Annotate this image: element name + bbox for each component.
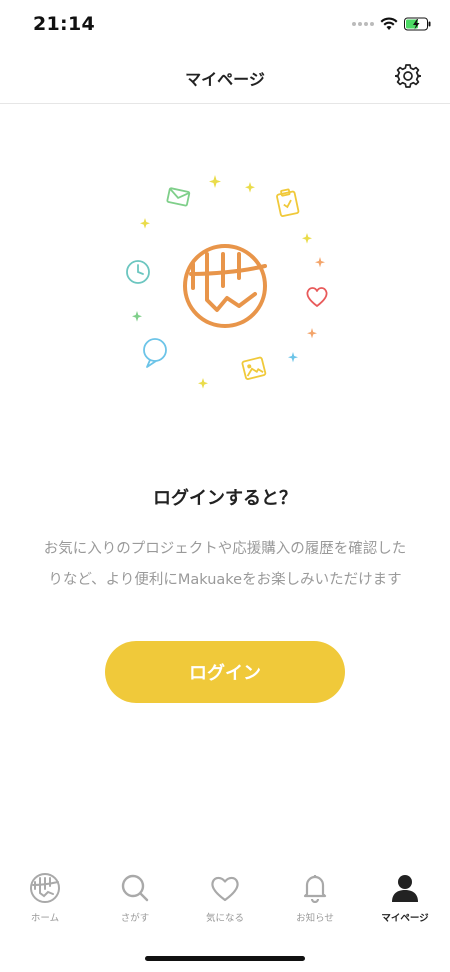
wifi-icon [380,17,398,30]
tab-label: ホーム [30,913,60,924]
makuake-logo-icon [30,873,60,903]
home-indicator [145,956,305,961]
search-icon [121,874,149,902]
person-icon [392,875,418,902]
tab-favorites[interactable]: 気になる [180,870,270,940]
login-heading: ログインすると？ [153,488,297,509]
gear-icon [395,64,421,88]
sparkle-icon [307,328,317,339]
speech-bubble-icon [143,338,167,368]
cellular-signal-icon [352,22,374,26]
clock-icon [126,260,150,284]
sparkle-icon [315,257,325,268]
envelope-icon [166,187,191,207]
tab-bar: ホーム さがす 気になる お知らせ マイページ [0,870,450,940]
page-title: マイページ [185,70,265,89]
description-line: りなど、より便利にMakuakeをお楽しみいただけます [48,572,402,588]
status-icons [352,17,432,31]
tab-search[interactable]: さがす [90,870,180,940]
status-time: 21:14 [33,13,95,35]
sparkle-icon [132,311,142,322]
description-line: お気に入りのプロジェクトや応援購入の履歴を確認した [43,541,407,557]
tab-label: さがす [120,913,150,924]
clipboard-icon [276,188,300,217]
battery-charging-icon [404,17,431,31]
makuake-logo-icon [183,244,267,328]
tab-notifications[interactable]: お知らせ [270,870,360,940]
tab-home[interactable]: ホーム [0,870,90,940]
tab-label: 気になる [205,913,244,924]
settings-button[interactable] [394,62,422,90]
navigation-bar: マイページ [0,48,450,104]
login-illustration [126,175,328,389]
tab-label: マイページ [381,913,429,924]
status-bar: 21:14 [0,0,450,48]
tab-mypage[interactable]: マイページ [360,870,450,940]
heart-icon [211,876,239,902]
heart-icon [306,287,328,307]
tab-label: お知らせ [296,913,334,924]
picture-icon [241,356,267,380]
bell-icon [303,875,327,903]
sparkle-icon [288,352,298,363]
login-button[interactable]: ログイン [105,641,345,703]
login-description: お気に入りのプロジェクトや応援購入の履歴を確認した りなど、より便利にMakua… [26,534,424,596]
